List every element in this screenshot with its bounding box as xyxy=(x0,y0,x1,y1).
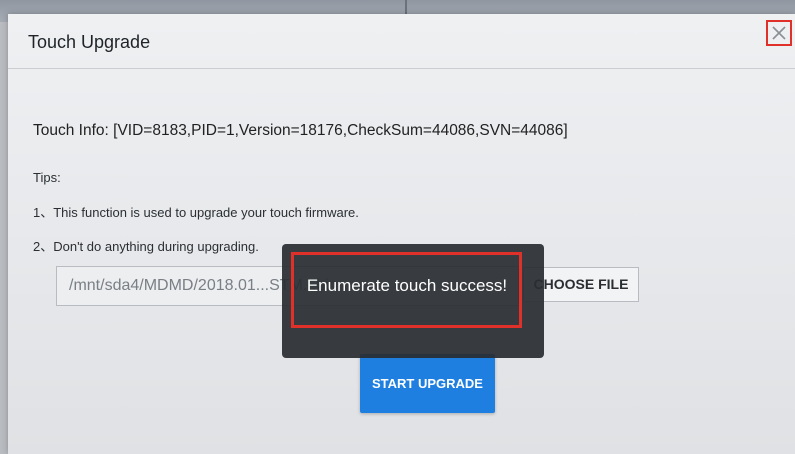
dialog-title: Touch Upgrade xyxy=(28,32,151,52)
dialog-title-bar: Touch Upgrade xyxy=(8,14,795,69)
toast-notification: Enumerate touch success! xyxy=(282,244,544,358)
tip-item-1: 1、This function is used to upgrade your … xyxy=(33,205,359,220)
toast-message: Enumerate touch success! xyxy=(306,276,508,295)
close-button[interactable] xyxy=(766,20,792,46)
close-icon xyxy=(772,26,786,40)
tips-label: Tips: xyxy=(33,170,61,185)
touch-info-text: Touch Info: [VID=8183,PID=1,Version=1817… xyxy=(33,122,568,139)
start-upgrade-button[interactable]: START UPGRADE xyxy=(360,354,495,413)
tip-item-2: 2、Don't do anything during upgrading. xyxy=(33,239,259,254)
touch-upgrade-dialog: Touch Upgrade Touch Info: [VID=8183,PID=… xyxy=(8,14,795,454)
